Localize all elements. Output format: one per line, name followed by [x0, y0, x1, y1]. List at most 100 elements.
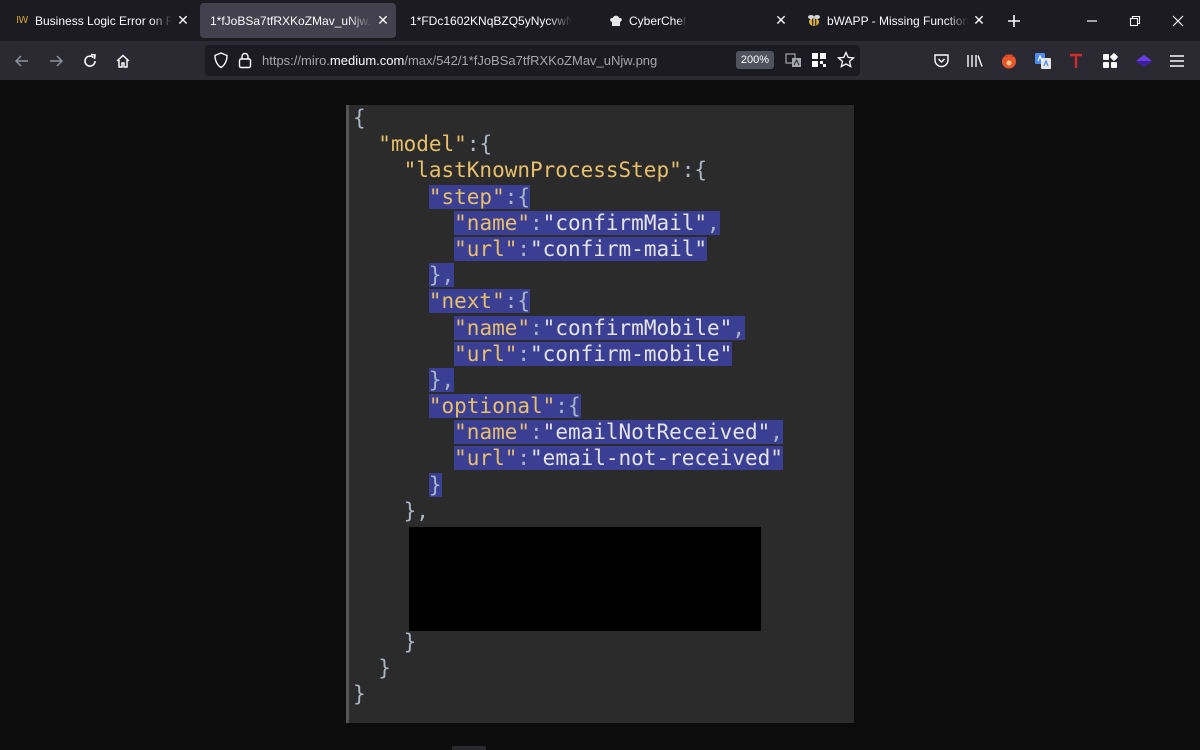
code-line: "url":"email-not-received"	[353, 445, 783, 471]
plus-icon	[1008, 14, 1020, 27]
json-screenshot-image[interactable]: { "model":{ "lastKnownProcessStep":{ "st…	[346, 105, 854, 723]
lock-icon[interactable]	[238, 52, 252, 74]
browser-window: IW Business Logic Error on Regis ✕ 1*fJo…	[0, 0, 1200, 750]
zoom-level-badge[interactable]: 200%	[736, 51, 774, 69]
restore-icon	[1129, 15, 1141, 26]
hamburger-menu-icon	[1170, 55, 1184, 67]
code-line: },	[353, 498, 783, 524]
tab-image-fjobsa[interactable]: 1*fJoBSa7tfRXKoZMav_uNjw.png ✕	[200, 3, 396, 38]
code-line: "name":"confirmMail",	[353, 210, 783, 236]
json-punctuation: }	[428, 263, 442, 288]
url-prefix: https://miro.	[262, 53, 330, 68]
pocket-icon	[933, 54, 949, 68]
json-string-value: "emailNotReceived"	[542, 420, 771, 445]
minimize-icon	[1087, 19, 1097, 22]
json-key: "name"	[454, 315, 531, 340]
tab-title: CyberChef	[629, 13, 687, 28]
tab-bwapp[interactable]: bWAPP - Missing Functional L ✕	[796, 3, 992, 38]
google-translate-icon	[1035, 53, 1051, 69]
bookmark-star-icon[interactable]	[836, 50, 856, 74]
code-line: },	[353, 262, 783, 288]
json-punctuation: :{	[466, 132, 493, 157]
scrollbar-thumb[interactable]	[452, 746, 486, 750]
close-tab-icon[interactable]: ✕	[176, 13, 190, 27]
code-line: "next":{	[353, 288, 783, 314]
code-line: }	[353, 655, 783, 681]
json-punctuation: ,	[441, 367, 455, 392]
reload-button[interactable]	[77, 48, 103, 74]
close-tab-icon[interactable]: ✕	[774, 13, 788, 27]
extension-fox-button[interactable]	[996, 48, 1022, 74]
close-icon	[1172, 15, 1184, 26]
json-punctuation: :{	[555, 394, 581, 419]
code-line: }	[353, 681, 783, 707]
purple-diamond-icon	[1136, 55, 1152, 67]
tab-title: 1*FDc1602KNqBZQ5yNycvwNg.p	[410, 13, 572, 28]
json-string-value: "confirm-mail"	[530, 236, 708, 261]
json-key: "optional"	[428, 394, 556, 419]
redacted-block	[409, 527, 761, 631]
code-line: "model":{	[353, 131, 783, 157]
back-button[interactable]	[9, 48, 35, 74]
json-key: "name"	[454, 420, 531, 445]
url-text[interactable]: https://miro.medium.com/max/542/1*fJoBSa…	[262, 53, 657, 68]
tab-business-logic-error[interactable]: IW Business Logic Error on Regis ✕	[4, 3, 196, 38]
code-line: "name":"confirmMobile",	[353, 315, 783, 341]
new-tab-button[interactable]	[993, 0, 1035, 41]
extension-translate-button[interactable]	[1030, 48, 1056, 74]
url-bar[interactable]: https://miro.medium.com/max/542/1*fJoBSa…	[205, 45, 860, 76]
close-tab-icon[interactable]: ✕	[376, 13, 390, 27]
tab-title: Business Logic Error on Regis	[35, 13, 172, 28]
code-line: "url":"confirm-mail"	[353, 236, 783, 262]
reload-icon	[84, 53, 96, 67]
close-window-button[interactable]	[1157, 0, 1199, 41]
code-line: "name":"emailNotReceived",	[353, 419, 783, 445]
tab-cyberchef[interactable]: CyberChef ✕	[598, 3, 794, 38]
translate-icon[interactable]	[785, 52, 802, 74]
json-punctuation: :{	[504, 184, 531, 209]
extension-t-button[interactable]	[1063, 48, 1089, 74]
code-line: "optional":{	[353, 393, 783, 419]
extension-purple-button[interactable]	[1131, 48, 1157, 74]
chef-hat-icon	[608, 13, 624, 29]
home-icon	[116, 54, 130, 68]
tab-strip: IW Business Logic Error on Regis ✕ 1*fJo…	[0, 0, 1200, 41]
bee-icon	[806, 13, 822, 29]
shield-icon[interactable]	[213, 52, 229, 74]
json-punctuation: ,	[707, 210, 720, 235]
json-punctuation: {	[353, 106, 366, 130]
json-punctuation: :	[517, 446, 531, 471]
restore-button[interactable]	[1114, 0, 1156, 41]
qr-code-icon[interactable]	[811, 52, 827, 73]
tab-title: 1*fJoBSa7tfRXKoZMav_uNjw.png	[210, 13, 372, 28]
pocket-button[interactable]	[928, 48, 954, 74]
extensions-button[interactable]	[1097, 48, 1123, 74]
json-punctuation: }	[428, 367, 442, 392]
tab-image-fdc1602[interactable]: 1*FDc1602KNqBZQ5yNycvwNg.p	[400, 3, 596, 38]
json-string-value: "email-not-received"	[530, 446, 783, 471]
forward-button[interactable]	[43, 48, 69, 74]
library-icon	[967, 55, 983, 67]
minimize-button[interactable]	[1071, 0, 1113, 41]
json-punctuation: }	[428, 472, 442, 497]
json-key: "url"	[454, 341, 518, 366]
home-button[interactable]	[110, 48, 136, 74]
close-tab-icon[interactable]: ✕	[972, 13, 986, 27]
iw-favicon-icon: IW	[16, 15, 28, 26]
json-key: "name"	[454, 210, 531, 235]
menu-button[interactable]	[1164, 48, 1190, 74]
page-content: { "model":{ "lastKnownProcessStep":{ "st…	[0, 80, 1200, 750]
arrow-left-icon	[14, 55, 28, 67]
library-button[interactable]	[962, 48, 988, 74]
json-punctuation: :	[517, 236, 531, 261]
json-key: "url"	[454, 236, 518, 261]
